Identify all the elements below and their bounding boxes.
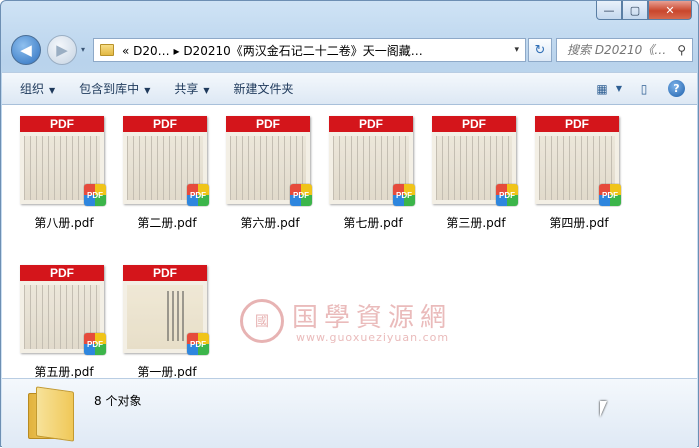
pdf-app-icon: PDF — [84, 333, 106, 355]
folder-icon — [28, 386, 74, 442]
share-button[interactable]: 共享 ▼ — [174, 80, 209, 97]
details-pane: 8 个对象 — [2, 378, 697, 448]
file-list: PDF PDF 第八册.pdf PDF PDF 第二册.pdf PDF PDF … — [2, 105, 697, 378]
pdf-banner: PDF — [329, 116, 413, 132]
include-library-label: 包含到库中 — [79, 82, 140, 96]
pdf-banner: PDF — [20, 265, 104, 281]
file-item[interactable]: PDF PDF 第一册.pdf — [105, 257, 209, 378]
pdf-app-icon: PDF — [393, 184, 415, 206]
share-label: 共享 — [174, 82, 199, 96]
watermark: 國 国學資源網 www.guoxueziyuan.com — [240, 295, 470, 349]
view-options-icon[interactable]: ▦ — [592, 80, 612, 98]
file-item[interactable]: PDF PDF 第二册.pdf — [105, 108, 209, 236]
pdf-banner: PDF — [535, 116, 619, 132]
folder-icon — [100, 44, 114, 56]
pdf-banner: PDF — [20, 116, 104, 132]
pdf-banner: PDF — [123, 265, 207, 281]
caption-buttons: — ▢ ✕ — [596, 1, 692, 20]
organize-button[interactable]: 组织 ▼ — [20, 80, 55, 97]
navigation-bar: ◀ ▶ ▾ « D20… ▸ D20210《两汉金石记二十二卷》天一阁藏… ▾ … — [7, 35, 693, 67]
file-item[interactable]: PDF PDF 第五册.pdf — [2, 257, 106, 378]
watermark-title: 国學資源網 — [292, 303, 453, 333]
address-bar[interactable]: « D20… ▸ D20210《两汉金石记二十二卷》天一阁藏… ▾ — [93, 38, 526, 62]
command-bar: 组织 ▼ 包含到库中 ▼ 共享 ▼ 新建文件夹 ▦ ▼ ▯ ? — [2, 72, 697, 105]
pdf-banner: PDF — [123, 116, 207, 132]
pdf-app-icon: PDF — [599, 184, 621, 206]
watermark-url: www.guoxueziyuan.com — [296, 331, 450, 344]
item-count: 8 个对象 — [94, 394, 142, 408]
file-item[interactable]: PDF PDF 第四册.pdf — [517, 108, 621, 236]
folder-front — [36, 386, 74, 442]
file-name[interactable]: 第四册.pdf — [517, 214, 641, 231]
chevron-down-icon: ▼ — [203, 86, 210, 95]
file-item[interactable]: PDF PDF 第六册.pdf — [208, 108, 312, 236]
back-button[interactable]: ◀ — [11, 35, 41, 65]
pdf-banner: PDF — [226, 116, 310, 132]
address-dropdown-icon[interactable]: ▾ — [514, 45, 519, 55]
pdf-app-icon: PDF — [187, 333, 209, 355]
forward-button[interactable]: ▶ — [47, 35, 77, 65]
pdf-banner: PDF — [432, 116, 516, 132]
explorer-window: — ▢ ✕ ◀ ▶ ▾ « D20… ▸ D20210《两汉金石记二十二卷》天一… — [0, 0, 699, 448]
address-path[interactable]: « D20… ▸ D20210《两汉金石记二十二卷》天一阁藏… — [122, 42, 423, 59]
search-icon[interactable]: ⚲ — [677, 43, 686, 57]
search-box[interactable]: ⚲ — [556, 38, 693, 62]
pdf-app-icon: PDF — [496, 184, 518, 206]
minimize-button[interactable]: — — [596, 1, 622, 20]
search-input[interactable] — [565, 42, 677, 58]
toolbar-right: ▦ ▼ ▯ ? — [582, 80, 685, 98]
pdf-app-icon: PDF — [84, 184, 106, 206]
organize-label: 组织 — [20, 82, 45, 96]
watermark-logo: 國 — [240, 299, 284, 343]
file-name[interactable]: 第一册.pdf — [105, 363, 229, 378]
file-item[interactable]: PDF PDF 第三册.pdf — [414, 108, 518, 236]
recent-pages-dropdown[interactable]: ▾ — [81, 45, 85, 54]
file-item[interactable]: PDF PDF 第八册.pdf — [2, 108, 106, 236]
file-item[interactable]: PDF PDF 第七册.pdf — [311, 108, 415, 236]
preview-pane-icon[interactable]: ▯ — [634, 80, 654, 98]
maximize-button[interactable]: ▢ — [622, 1, 648, 20]
help-icon[interactable]: ? — [668, 80, 685, 97]
include-in-library-button[interactable]: 包含到库中 ▼ — [79, 80, 150, 97]
chevron-down-icon: ▼ — [49, 86, 56, 95]
mouse-cursor-icon — [600, 401, 612, 417]
view-dropdown-icon[interactable]: ▼ — [614, 80, 624, 98]
refresh-button[interactable]: ↻ — [528, 38, 552, 62]
close-button[interactable]: ✕ — [648, 1, 692, 20]
chevron-down-icon: ▼ — [144, 86, 151, 95]
new-folder-button[interactable]: 新建文件夹 — [234, 80, 294, 97]
pdf-app-icon: PDF — [187, 184, 209, 206]
pdf-app-icon: PDF — [290, 184, 312, 206]
